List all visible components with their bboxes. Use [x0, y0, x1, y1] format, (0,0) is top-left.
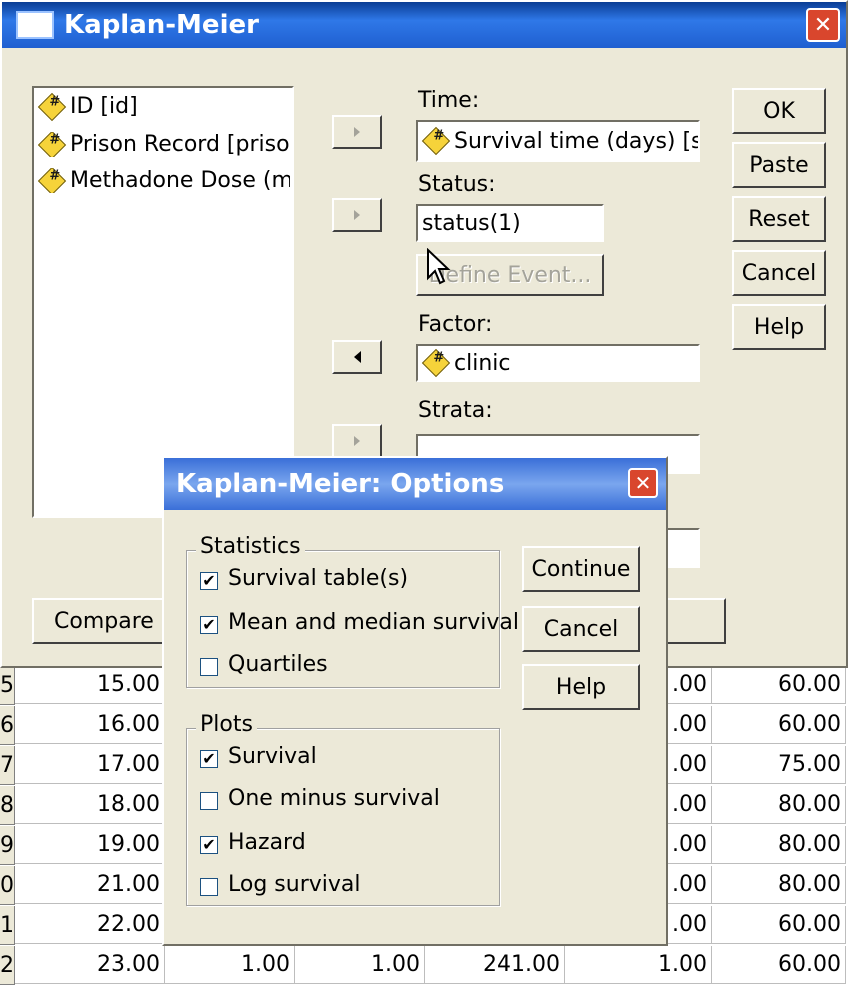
row-number[interactable]: 20	[0, 866, 15, 905]
time-value: Survival time (days) [sur	[454, 128, 700, 154]
arrow-right-icon	[354, 210, 360, 220]
table-row: 22 23.00 1.00 1.00 241.00 1.00 60.00	[0, 946, 848, 986]
row-number[interactable]: 8	[0, 786, 15, 825]
row-number[interactable]: 22	[0, 946, 15, 985]
options-help-button[interactable]: Help	[522, 664, 640, 710]
list-item-label: Prison Record [prison]	[70, 132, 290, 157]
list-item[interactable]: Methadone Dose (mg/	[38, 168, 290, 193]
checkmark-icon: ✔	[202, 615, 216, 634]
options-dialog: Kaplan-Meier: Options ✕ Statistics ✔ Sur…	[162, 456, 668, 946]
table-cell[interactable]: 19.00	[15, 826, 165, 864]
window-title: Kaplan-Meier	[64, 10, 259, 40]
table-cell[interactable]: 80.00	[712, 786, 846, 824]
table-cell[interactable]: 23.00	[15, 946, 165, 984]
time-field[interactable]: Survival time (days) [sur	[416, 120, 700, 162]
row-number[interactable]: 7	[0, 746, 15, 785]
table-cell[interactable]: 241.00	[425, 946, 565, 984]
close-icon[interactable]: ✕	[628, 468, 658, 498]
survival-tables-checkbox[interactable]: ✔	[200, 572, 218, 590]
move-status-button[interactable]	[332, 198, 382, 232]
table-cell[interactable]: 75.00	[712, 746, 846, 784]
options-title-bar[interactable]: Kaplan-Meier: Options ✕	[164, 458, 666, 510]
table-cell[interactable]: 1.00	[165, 946, 295, 984]
plots-group-title: Plots	[196, 712, 257, 737]
mean-median-label: Mean and median survival	[228, 610, 519, 635]
time-label: Time:	[418, 88, 480, 113]
checkmark-icon: ✔	[202, 835, 216, 854]
table-cell[interactable]: 1.00	[565, 946, 712, 984]
table-cell[interactable]: 80.00	[712, 866, 846, 904]
move-factor-button[interactable]	[332, 340, 382, 374]
table-cell[interactable]: 80.00	[712, 826, 846, 864]
strata-label: Strata:	[418, 398, 493, 423]
log-survival-checkbox[interactable]	[200, 878, 218, 896]
table-cell[interactable]: 60.00	[712, 906, 846, 944]
table-cell[interactable]: 22.00	[15, 906, 165, 944]
options-window-title: Kaplan-Meier: Options	[176, 469, 505, 499]
numeric-variable-icon	[38, 168, 67, 193]
arrow-right-icon	[354, 127, 360, 137]
table-cell[interactable]: 60.00	[712, 946, 846, 984]
arrow-left-icon	[353, 351, 361, 363]
factor-field[interactable]: clinic	[416, 344, 700, 382]
hazard-checkbox[interactable]: ✔	[200, 836, 218, 854]
status-value: status(1)	[422, 210, 521, 236]
one-minus-survival-checkbox[interactable]	[200, 792, 218, 810]
table-cell[interactable]: 60.00	[712, 666, 846, 704]
reset-button[interactable]: Reset	[732, 196, 826, 242]
status-label: Status:	[418, 172, 496, 197]
list-item-label: Methadone Dose (mg/	[70, 168, 290, 193]
survival-plot-label: Survival	[228, 744, 317, 769]
table-cell[interactable]: 15.00	[15, 666, 165, 704]
one-minus-survival-label: One minus survival	[228, 786, 440, 811]
factor-value: clinic	[454, 350, 511, 376]
quartiles-checkbox[interactable]	[200, 658, 218, 676]
numeric-variable-icon	[38, 132, 67, 157]
arrow-right-icon	[354, 436, 360, 446]
numeric-variable-icon	[37, 92, 67, 121]
numeric-variable-icon	[421, 126, 451, 156]
close-icon[interactable]: ✕	[806, 8, 840, 42]
row-number[interactable]: 6	[0, 706, 15, 745]
survival-tables-label: Survival table(s)	[228, 566, 409, 591]
list-item[interactable]: Prison Record [prison]	[38, 132, 290, 157]
window-icon	[16, 11, 54, 39]
cancel-button[interactable]: Cancel	[732, 250, 826, 296]
factor-label: Factor:	[418, 312, 493, 337]
row-number[interactable]: 21	[0, 906, 15, 945]
list-item-label: ID [id]	[70, 94, 138, 119]
table-cell[interactable]: 21.00	[15, 866, 165, 904]
paste-button[interactable]: Paste	[732, 142, 826, 188]
checkmark-icon: ✔	[202, 749, 216, 768]
table-cell[interactable]: 60.00	[712, 706, 846, 744]
list-item[interactable]: ID [id]	[37, 92, 138, 121]
table-cell[interactable]: 17.00	[15, 746, 165, 784]
options-cancel-button[interactable]: Cancel	[522, 606, 640, 652]
row-number[interactable]: 9	[0, 826, 15, 865]
table-cell[interactable]: 18.00	[15, 786, 165, 824]
numeric-variable-icon	[421, 348, 451, 378]
table-cell[interactable]: 1.00	[295, 946, 425, 984]
row-number[interactable]: 5	[0, 666, 15, 705]
ok-button[interactable]: OK	[732, 88, 826, 134]
statistics-group-title: Statistics	[196, 534, 305, 559]
log-survival-label: Log survival	[228, 872, 361, 897]
table-cell[interactable]: 16.00	[15, 706, 165, 744]
quartiles-label: Quartiles	[228, 652, 328, 677]
mean-median-checkbox[interactable]: ✔	[200, 616, 218, 634]
continue-button[interactable]: Continue	[522, 546, 640, 592]
help-button[interactable]: Help	[732, 304, 826, 350]
status-field[interactable]: status(1)	[416, 204, 604, 242]
title-bar[interactable]: Kaplan-Meier ✕	[2, 2, 846, 48]
move-strata-button[interactable]	[332, 424, 382, 458]
checkmark-icon: ✔	[202, 571, 216, 590]
survival-plot-checkbox[interactable]: ✔	[200, 750, 218, 768]
move-time-button[interactable]	[332, 115, 382, 149]
mouse-cursor-icon	[427, 248, 451, 285]
source-variable-list[interactable]: ID [id] Prison Record [prison] Methadone…	[32, 86, 294, 518]
hazard-label: Hazard	[228, 830, 306, 855]
